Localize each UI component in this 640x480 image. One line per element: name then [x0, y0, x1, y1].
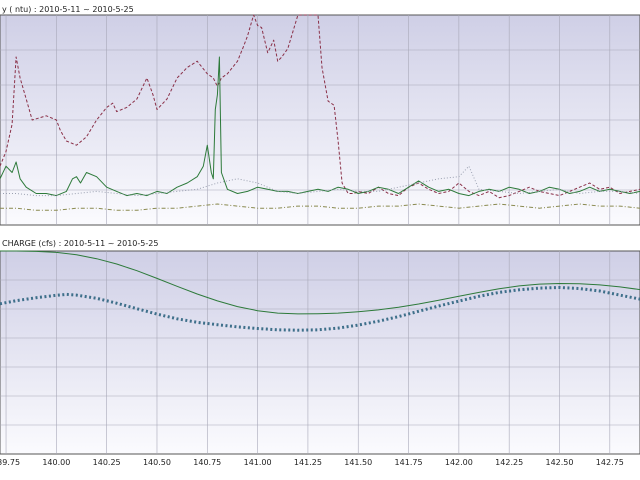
x-tick-label: 141.50	[344, 458, 372, 467]
x-tick-label: 140.50	[143, 458, 171, 467]
x-tick-label: 142.75	[596, 458, 624, 467]
chart-root: y ( ntu) : 2010-5-11 ~ 2010-5-25 CHARGE …	[0, 5, 640, 467]
bottom-plot-background	[0, 250, 640, 455]
x-axis: 139.75 140.00 140.25 140.50 140.75 141.00 141.…	[0, 458, 624, 467]
x-tick-label: 142.00	[445, 458, 473, 467]
x-tick-label: 140.75	[193, 458, 221, 467]
bottom-chart-title: CHARGE (cfs) : 2010-5-11 ~ 2010-5-25	[2, 239, 158, 248]
x-tick-label: 140.25	[93, 458, 121, 467]
top-chart-title: y ( ntu) : 2010-5-11 ~ 2010-5-25	[2, 5, 134, 14]
x-tick-label: 139.75	[0, 458, 20, 467]
top-chart: y ( ntu) : 2010-5-11 ~ 2010-5-25	[0, 5, 640, 226]
x-tick-label: 142.50	[545, 458, 573, 467]
x-tick-label: 142.25	[495, 458, 523, 467]
x-tick-label: 141.25	[294, 458, 322, 467]
bottom-chart: CHARGE (cfs) : 2010-5-11 ~ 2010-5-25	[0, 239, 640, 455]
x-tick-label: 141.75	[395, 458, 423, 467]
x-tick-label: 140.00	[42, 458, 70, 467]
x-tick-label: 141.00	[244, 458, 272, 467]
